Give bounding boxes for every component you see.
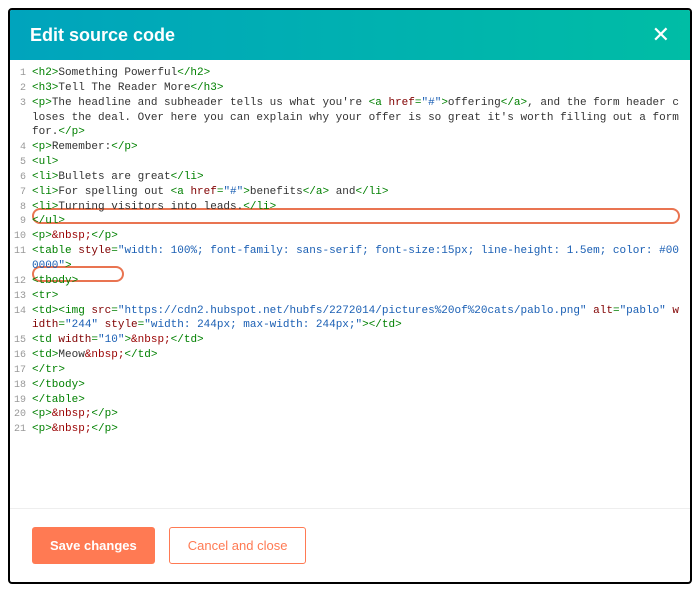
- line-number: 10: [10, 229, 32, 244]
- line-number: 3: [10, 96, 32, 111]
- code-line[interactable]: 20<p>&nbsp;</p>: [10, 407, 690, 422]
- code-text[interactable]: <td width="10">&nbsp;</td>: [32, 333, 690, 348]
- edit-source-dialog: Edit source code ✕ 1<h2>Something Powerf…: [8, 8, 692, 584]
- line-number: 19: [10, 393, 32, 408]
- line-number: 17: [10, 363, 32, 378]
- code-text[interactable]: <td><img src="https://cdn2.hubspot.net/h…: [32, 304, 690, 334]
- code-line[interactable]: 3<p>The headline and subheader tells us …: [10, 96, 690, 141]
- code-text[interactable]: <p>&nbsp;</p>: [32, 407, 690, 422]
- line-number: 12: [10, 274, 32, 289]
- code-line[interactable]: 18</tbody>: [10, 378, 690, 393]
- code-text[interactable]: </tr>: [32, 363, 690, 378]
- line-number: 4: [10, 140, 32, 155]
- line-number: 9: [10, 214, 32, 229]
- code-line[interactable]: 13<tr>: [10, 289, 690, 304]
- line-number: 21: [10, 422, 32, 437]
- code-line[interactable]: 2<h3>Tell The Reader More</h3>: [10, 81, 690, 96]
- code-text[interactable]: <p>Remember:</p>: [32, 140, 690, 155]
- code-text[interactable]: </tbody>: [32, 378, 690, 393]
- code-line[interactable]: 16<td>Meow&nbsp;</td>: [10, 348, 690, 363]
- line-number: 6: [10, 170, 32, 185]
- line-number: 15: [10, 333, 32, 348]
- code-line[interactable]: 21<p>&nbsp;</p>: [10, 422, 690, 437]
- line-number: 1: [10, 66, 32, 81]
- code-line[interactable]: 17</tr>: [10, 363, 690, 378]
- dialog-title: Edit source code: [30, 25, 175, 46]
- code-line[interactable]: 6<li>Bullets are great</li>: [10, 170, 690, 185]
- line-number: 5: [10, 155, 32, 170]
- code-text[interactable]: <li>Bullets are great</li>: [32, 170, 690, 185]
- line-number: 7: [10, 185, 32, 200]
- code-line[interactable]: 12<tbody>: [10, 274, 690, 289]
- code-text[interactable]: <tbody>: [32, 274, 690, 289]
- code-line[interactable]: 9</ul>: [10, 214, 690, 229]
- code-line[interactable]: 4<p>Remember:</p>: [10, 140, 690, 155]
- cancel-button[interactable]: Cancel and close: [169, 527, 307, 564]
- code-editor[interactable]: 1<h2>Something Powerful</h2>2<h3>Tell Th…: [10, 60, 690, 508]
- code-text[interactable]: <h3>Tell The Reader More</h3>: [32, 81, 690, 96]
- code-text[interactable]: <p>&nbsp;</p>: [32, 422, 690, 437]
- code-line[interactable]: 11<table style="width: 100%; font-family…: [10, 244, 690, 274]
- code-text[interactable]: </ul>: [32, 214, 690, 229]
- code-line[interactable]: 7<li>For spelling out <a href="#">benefi…: [10, 185, 690, 200]
- line-number: 20: [10, 407, 32, 422]
- save-button[interactable]: Save changes: [32, 527, 155, 564]
- code-line[interactable]: 1<h2>Something Powerful</h2>: [10, 66, 690, 81]
- code-line[interactable]: 15<td width="10">&nbsp;</td>: [10, 333, 690, 348]
- code-line[interactable]: 19</table>: [10, 393, 690, 408]
- code-text[interactable]: <p>The headline and subheader tells us w…: [32, 96, 690, 141]
- code-text[interactable]: <td>Meow&nbsp;</td>: [32, 348, 690, 363]
- code-text[interactable]: <li>For spelling out <a href="#">benefit…: [32, 185, 690, 200]
- dialog-footer: Save changes Cancel and close: [10, 508, 690, 582]
- code-text[interactable]: <table style="width: 100%; font-family: …: [32, 244, 690, 274]
- code-text[interactable]: <p>&nbsp;</p>: [32, 229, 690, 244]
- code-text[interactable]: <ul>: [32, 155, 690, 170]
- line-number: 13: [10, 289, 32, 304]
- close-icon[interactable]: ✕: [652, 24, 670, 46]
- line-number: 11: [10, 244, 32, 259]
- code-line[interactable]: 8<li>Turning visitors into leads.</li>: [10, 200, 690, 215]
- code-line[interactable]: 10<p>&nbsp;</p>: [10, 229, 690, 244]
- line-number: 16: [10, 348, 32, 363]
- line-number: 14: [10, 304, 32, 319]
- line-number: 8: [10, 200, 32, 215]
- code-line[interactable]: 5<ul>: [10, 155, 690, 170]
- line-number: 18: [10, 378, 32, 393]
- dialog-header: Edit source code ✕: [10, 10, 690, 60]
- code-line[interactable]: 14<td><img src="https://cdn2.hubspot.net…: [10, 304, 690, 334]
- code-text[interactable]: <h2>Something Powerful</h2>: [32, 66, 690, 81]
- code-text[interactable]: <li>Turning visitors into leads.</li>: [32, 200, 690, 215]
- line-number: 2: [10, 81, 32, 96]
- code-text[interactable]: </table>: [32, 393, 690, 408]
- code-text[interactable]: <tr>: [32, 289, 690, 304]
